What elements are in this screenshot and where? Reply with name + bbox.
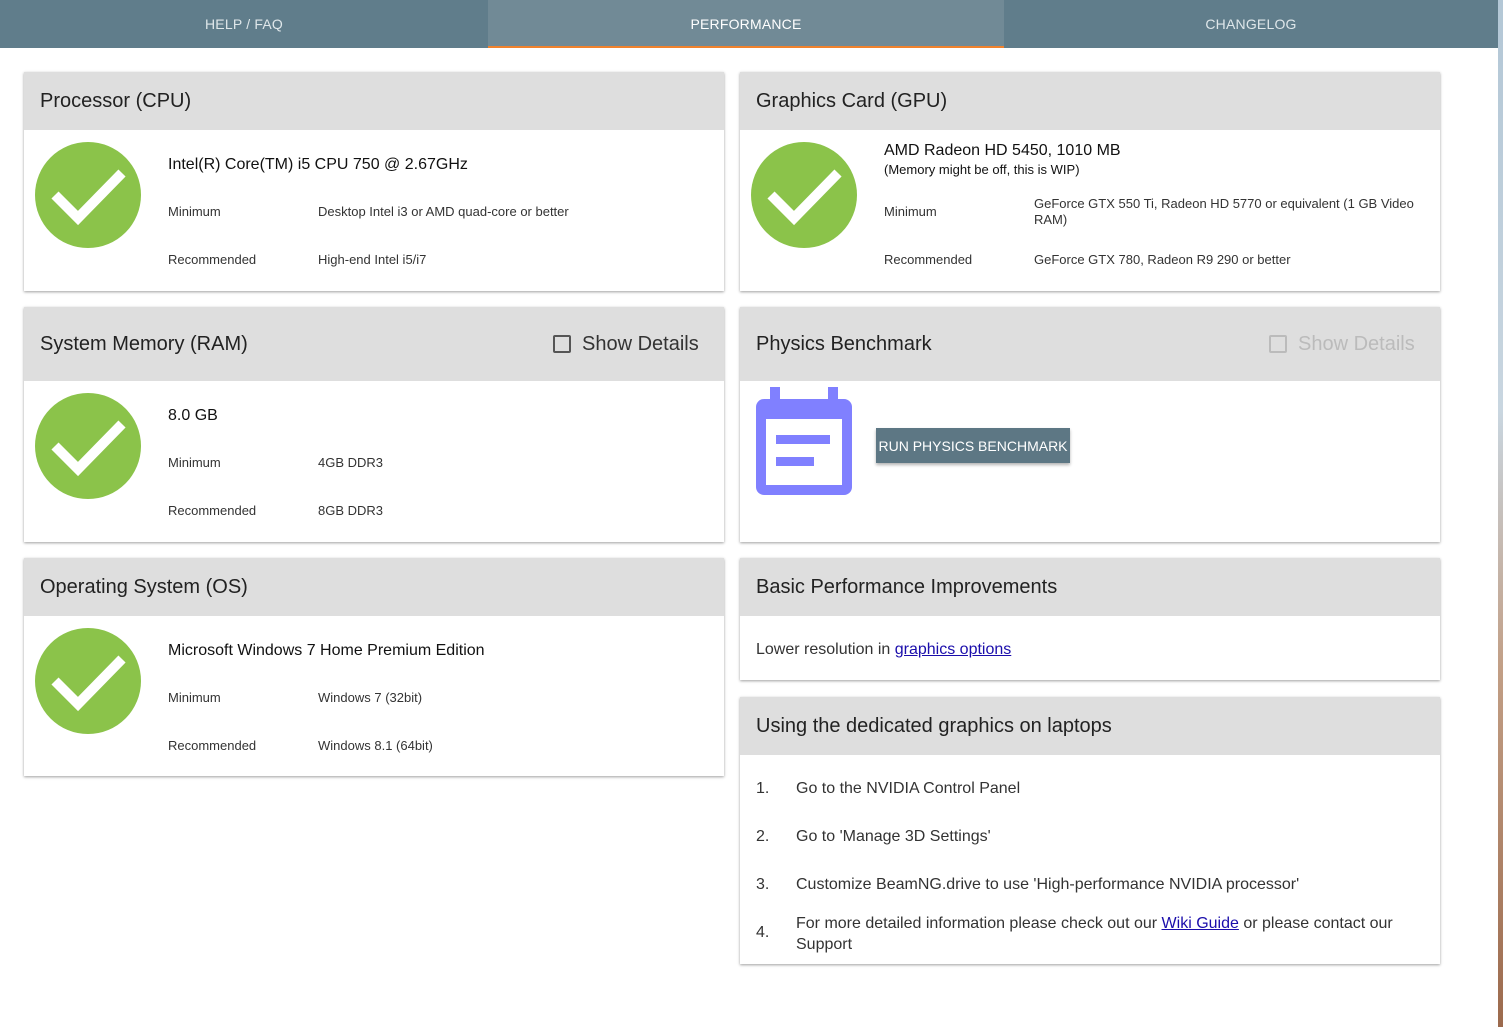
run-physics-benchmark-button[interactable]: RUN PHYSICS BENCHMARK [876,428,1070,463]
cpu-card: Processor (CPU) Intel(R) Core(TM) i5 CPU… [24,72,724,291]
show-details-label: Show Details [1298,333,1415,355]
os-card: Operating System (OS) Microsoft Windows … [24,558,724,776]
step-text-before: For more detailed information please che… [796,915,1162,932]
show-details-label: Show Details [582,333,699,355]
ram-title: System Memory (RAM) [40,333,248,355]
check-icon [751,142,857,248]
cpu-minimum-value: Desktop Intel i3 or AMD quad-core or bet… [318,204,569,219]
check-icon [35,142,141,248]
cpu-recommended-label: Recommended [168,252,257,267]
step-text: Go to 'Manage 3D Settings' [796,828,991,845]
improvements-text-prefix: Lower resolution in [756,641,895,658]
check-icon [35,628,141,734]
cpu-title: Processor (CPU) [40,90,192,112]
os-card-header: Operating System (OS) [24,558,724,616]
physics-title: Physics Benchmark [756,333,932,355]
tab-help-faq[interactable]: HELP / FAQ [0,0,488,48]
step-number: 2. [756,828,770,845]
gpu-memory-note: (Memory might be off, this is WIP) [884,162,1080,177]
laptops-card-header: Using the dedicated graphics on laptops [740,697,1440,755]
gpu-value: AMD Radeon HD 5450, 1010 MB [884,142,1121,159]
graphics-options-link[interactable]: graphics options [895,641,1012,658]
os-title: Operating System (OS) [40,576,248,598]
improvements-title: Basic Performance Improvements [756,576,1058,598]
os-minimum-value: Windows 7 (32bit) [318,690,423,705]
physics-card: Physics Benchmark Show Details RUN PHYSI… [740,307,1440,542]
window-edge [1498,0,1503,1027]
ram-minimum-label: Minimum [168,455,221,470]
calendar-note-icon [756,387,852,495]
wiki-guide-link[interactable]: Wiki Guide [1162,915,1239,932]
step-number: 1. [756,780,770,797]
gpu-title: Graphics Card (GPU) [756,90,948,112]
ram-card: System Memory (RAM) Show Details 8.0 GB … [24,307,724,542]
check-icon [35,393,141,499]
ram-recommended-value: 8GB DDR3 [318,503,384,518]
gpu-minimum-label: Minimum [884,204,937,219]
os-recommended-label: Recommended [168,738,257,753]
tab-changelog[interactable]: CHANGELOG [1004,0,1498,48]
improvements-card-header: Basic Performance Improvements [740,558,1440,616]
step-number: 4. [756,924,770,941]
gpu-recommended-value: GeForce GTX 780, Radeon R9 290 or better [1034,252,1291,267]
laptops-card: Using the dedicated graphics on laptops … [740,697,1440,964]
cpu-card-header: Processor (CPU) [24,72,724,130]
checkbox [1269,335,1287,353]
ram-minimum-value: 4GB DDR3 [318,455,384,470]
step-text: Go to the NVIDIA Control Panel [796,780,1021,797]
os-minimum-label: Minimum [168,690,221,705]
ram-value: 8.0 GB [168,407,218,424]
checkbox[interactable] [553,335,571,353]
gpu-card-header: Graphics Card (GPU) [740,72,1440,130]
gpu-minimum-value: GeForce GTX 550 Ti, Radeon HD 5770 or eq… [1034,196,1414,227]
improvements-card: Basic Performance Improvements Lower res… [740,558,1440,680]
cpu-minimum-label: Minimum [168,204,221,219]
gpu-recommended-label: Recommended [884,252,973,267]
step-number: 3. [756,876,770,893]
cpu-value: Intel(R) Core(TM) i5 CPU 750 @ 2.67GHz [168,156,468,173]
tab-performance[interactable]: PERFORMANCE [488,0,1004,48]
step-text: Customize BeamNG.drive to use 'High-perf… [796,876,1300,893]
os-value: Microsoft Windows 7 Home Premium Edition [168,642,485,659]
ram-card-header: System Memory (RAM) Show Details [24,307,724,381]
improvements-text: Lower resolution in graphics options [756,641,1011,659]
os-recommended-value: Windows 8.1 (64bit) [318,738,433,753]
tab-bar: HELP / FAQ PERFORMANCE CHANGELOG [0,0,1503,48]
step-text: For more detailed information please che… [796,913,1416,955]
ram-recommended-label: Recommended [168,503,257,518]
physics-card-header: Physics Benchmark Show Details [740,307,1440,381]
laptops-title: Using the dedicated graphics on laptops [756,715,1112,737]
gpu-card: Graphics Card (GPU) AMD Radeon HD 5450, … [740,72,1440,291]
cpu-recommended-value: High-end Intel i5/i7 [318,252,427,267]
